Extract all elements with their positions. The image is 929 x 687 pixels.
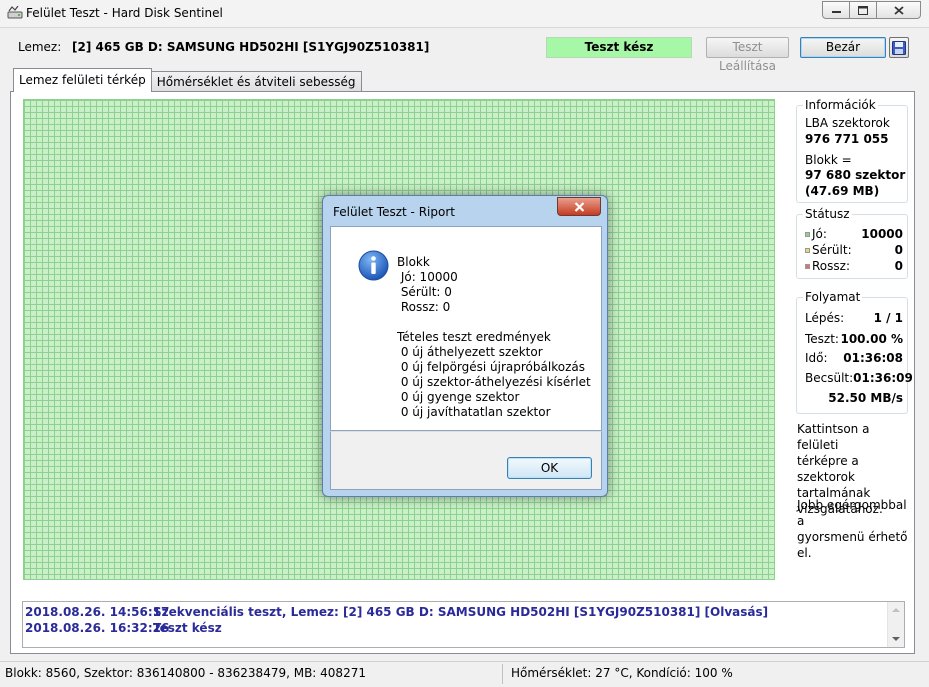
tab-temperature-speed[interactable]: Hőmérséklet és átviteli sebesség xyxy=(150,71,362,92)
status-bar: Blokk: 8560, Szektor: 836140800 - 836238… xyxy=(0,661,929,687)
time-label: Idő: xyxy=(805,351,828,365)
log-entry: 2018.08.26. 16:32:26Teszt kész xyxy=(25,621,222,635)
save-report-button[interactable] xyxy=(889,37,909,58)
test-value: 100.00 % xyxy=(840,332,903,346)
log-entry: 2018.08.26. 14:56:17Szekvenciális teszt,… xyxy=(25,605,768,619)
test-status-badge: Teszt kész xyxy=(546,37,692,58)
right-click-hint-line: el. xyxy=(797,546,812,560)
report-line: 0 új javíthatatlan szektor xyxy=(397,405,551,419)
status-group-title: Státusz xyxy=(803,207,852,221)
dialog-footer: OK xyxy=(330,431,602,490)
report-line: 0 új szektor-áthelyezési kísérlet xyxy=(397,375,591,389)
report-line: 0 új felpörgési újrapróbálkozás xyxy=(397,360,585,374)
bad-legend-swatch xyxy=(805,264,810,269)
ok-button[interactable]: OK xyxy=(507,457,592,479)
block-label: Blokk = xyxy=(805,153,852,167)
report-line: Tételes teszt eredmények xyxy=(397,330,551,344)
report-line: Rossz: 0 xyxy=(397,300,451,314)
status-separator xyxy=(502,664,503,684)
status-group: Státusz Jó: 10000 Sérült: 0 Rossz: 0 xyxy=(796,207,908,279)
disk-value: [2] 465 GB D: SAMSUNG HD502HI [S1YGJ90Z5… xyxy=(72,40,430,54)
progress-step-row: Lépés: 1 / 1 xyxy=(805,311,903,325)
report-line: 0 új áthelyezett szektor xyxy=(397,345,543,359)
progress-group: Folyamat Lépés: 1 / 1 Teszt: 100.00 % Id… xyxy=(796,290,913,414)
progress-group-title: Folyamat xyxy=(803,290,863,304)
scroll-up-arrow-icon[interactable] xyxy=(892,608,900,612)
save-icon xyxy=(892,40,906,55)
disk-label: Lemez: xyxy=(18,40,62,54)
right-click-hint-line: gyorsmenü érhető xyxy=(797,530,908,544)
info-icon xyxy=(358,250,389,281)
dialog-close-button[interactable] xyxy=(557,197,601,216)
lba-label: LBA szektorok xyxy=(805,116,890,130)
status-damaged-value: 0 xyxy=(894,243,903,257)
report-line: Jó: 10000 xyxy=(397,270,458,284)
progress-test-row: Teszt: 100.00 % xyxy=(805,332,903,346)
progress-time-row: Idő: 01:36:08 xyxy=(805,351,903,365)
minimize-button[interactable] xyxy=(822,1,850,19)
tab-strip: Lemez felületi térkép Hőmérséklet és átv… xyxy=(13,68,362,92)
speed-value: 52.50 MB/s xyxy=(828,391,903,405)
stop-test-button[interactable]: Teszt Leállítása xyxy=(706,37,789,73)
maximize-button[interactable] xyxy=(849,1,877,19)
click-hint-line: Kattintson a felületi xyxy=(797,422,870,452)
close-icon xyxy=(893,5,904,15)
dialog-title: Felület Teszt - Riport xyxy=(333,205,455,219)
event-log[interactable]: 2018.08.26. 14:56:17Szekvenciális teszt,… xyxy=(22,601,905,648)
block-position-status: Blokk: 8560, Szektor: 836140800 - 836238… xyxy=(5,666,366,680)
log-scrollbar[interactable] xyxy=(887,602,904,647)
status-good-value: 10000 xyxy=(861,227,903,241)
hard-disk-sentinel-icon xyxy=(7,6,23,19)
maximize-icon xyxy=(858,5,868,15)
progress-estimated-row: Becsült: 01:36:09 xyxy=(805,371,913,385)
temperature-condition-status: Hőmérséklet: 27 °C, Kondíció: 100 % xyxy=(511,666,733,680)
close-window-button[interactable] xyxy=(876,1,921,19)
step-label: Lépés: xyxy=(805,311,845,325)
step-value: 1 / 1 xyxy=(873,311,903,325)
log-text: Teszt kész xyxy=(153,621,222,635)
block-sectors: 97 680 szektor xyxy=(805,168,906,182)
right-click-hint: Jobb egérgombbal a gyorsmenü érhető el. xyxy=(797,497,912,561)
log-time: 2018.08.26. 16:32:26 xyxy=(25,621,170,635)
report-dialog: Felület Teszt - Riport Blokk Jó: 10000 S… xyxy=(322,195,608,497)
good-legend-swatch xyxy=(805,232,810,237)
status-good-label: Jó: xyxy=(812,227,827,241)
click-hint-line: térképre a szektorok xyxy=(797,454,859,484)
report-line: 0 új gyenge szektor xyxy=(397,390,520,404)
log-time: 2018.08.26. 14:56:17 xyxy=(25,605,170,619)
log-text: Szekvenciális teszt, Lemez: [2] 465 GB D… xyxy=(153,605,769,619)
status-bad-label: Rossz: xyxy=(812,259,850,273)
close-button[interactable]: Bezár xyxy=(800,37,886,58)
window-title: Felület Teszt - Hard Disk Sentinel xyxy=(26,6,223,20)
dialog-body: Blokk Jó: 10000 Sérült: 0 Rossz: 0 Tétel… xyxy=(330,226,602,431)
test-label: Teszt: xyxy=(805,332,839,346)
block-size: (47.69 MB) xyxy=(805,184,880,198)
status-bad-row: Rossz: 0 xyxy=(805,259,903,273)
report-line: Sérült: 0 xyxy=(397,285,452,299)
minimize-icon xyxy=(831,11,841,13)
status-damaged-row: Sérült: 0 xyxy=(805,243,903,257)
estimated-value: 01:36:09 xyxy=(853,371,913,385)
status-good-row: Jó: 10000 xyxy=(805,227,903,241)
title-bar: Felület Teszt - Hard Disk Sentinel xyxy=(0,0,929,28)
right-click-hint-line: Jobb egérgombbal a xyxy=(797,498,907,528)
estimated-label: Becsült: xyxy=(805,371,854,385)
scroll-down-arrow-icon[interactable] xyxy=(892,637,900,641)
status-bad-value: 0 xyxy=(894,259,903,273)
time-value: 01:36:08 xyxy=(843,351,903,365)
close-icon xyxy=(574,201,584,212)
status-damaged-label: Sérült: xyxy=(812,243,852,257)
lba-value: 976 771 055 xyxy=(805,132,889,146)
progress-speed-row: 52.50 MB/s xyxy=(805,391,903,405)
report-line: Blokk xyxy=(397,255,430,269)
window-controls xyxy=(822,1,921,19)
damaged-legend-swatch xyxy=(805,248,810,253)
info-group-title: Információk xyxy=(803,98,878,112)
tab-surface-map[interactable]: Lemez felületi térkép xyxy=(13,68,152,92)
info-group: Információk LBA szektorok 976 771 055 Bl… xyxy=(796,98,908,203)
disk-toolbar: Lemez: [2] 465 GB D: SAMSUNG HD502HI [S1… xyxy=(0,32,929,73)
